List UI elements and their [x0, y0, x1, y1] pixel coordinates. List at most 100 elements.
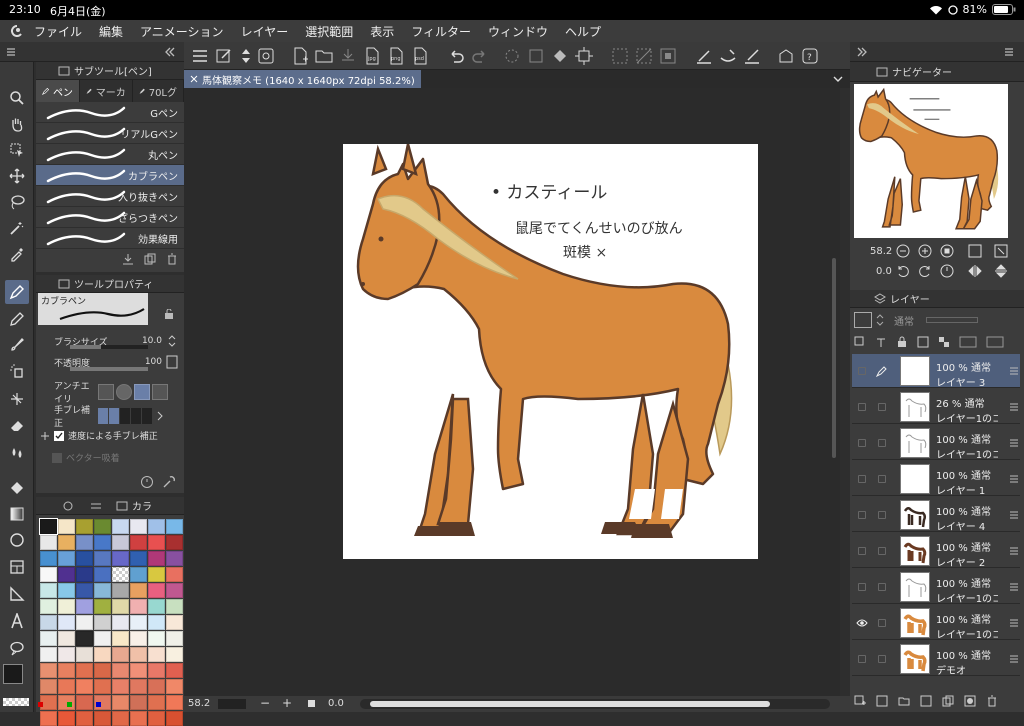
- actual-size-icon[interactable]: [940, 244, 954, 258]
- color-slider-icon[interactable]: [90, 501, 102, 511]
- color-swatch[interactable]: [94, 599, 111, 614]
- horizontal-scrollbar[interactable]: [360, 699, 830, 709]
- text-tool[interactable]: [5, 609, 29, 633]
- visibility-toggle[interactable]: [858, 547, 866, 555]
- download-icon[interactable]: [122, 253, 134, 265]
- undo-icon[interactable]: [446, 46, 466, 66]
- panel-menu-icon-right[interactable]: [1004, 47, 1014, 57]
- lock-toggle[interactable]: [878, 439, 886, 447]
- edit-document-icon[interactable]: [214, 46, 234, 66]
- opacity-slider[interactable]: [70, 367, 148, 371]
- menu-window[interactable]: ウィンドウ: [488, 23, 548, 40]
- color-swatch[interactable]: [166, 631, 183, 646]
- color-swatch[interactable]: [94, 679, 111, 694]
- color-swatch[interactable]: [112, 631, 129, 646]
- clip-layer-icon[interactable]: [854, 336, 866, 348]
- clip-studio-logo-icon[interactable]: [0, 24, 34, 38]
- color-swatch[interactable]: [148, 679, 165, 694]
- navigator-zoom[interactable]: 58.2: [870, 246, 892, 257]
- airbrush-tool[interactable]: [5, 359, 29, 383]
- color-swatch[interactable]: [94, 519, 111, 534]
- deselect-icon[interactable]: [634, 46, 654, 66]
- blend-spin-icon[interactable]: [876, 313, 884, 327]
- menu-layer[interactable]: レイヤー: [241, 23, 289, 40]
- color-swatch[interactable]: [130, 647, 147, 662]
- drag-handle-icon[interactable]: [1010, 511, 1018, 519]
- layer-opacity-slider[interactable]: [926, 317, 978, 323]
- color-swatch[interactable]: [166, 647, 183, 662]
- new-raster-layer-icon[interactable]: [854, 695, 866, 707]
- brush-item[interactable]: 丸ペン: [36, 144, 184, 165]
- clear-selection-icon[interactable]: [502, 46, 522, 66]
- color-swatch[interactable]: [94, 647, 111, 662]
- drawing-canvas[interactable]: • カスティール 鼠尾でてくんせいのび放ん 斑模 ×: [343, 144, 758, 559]
- zoom-out-icon[interactable]: [896, 244, 910, 258]
- color-swatch[interactable]: [94, 583, 111, 598]
- color-swatch[interactable]: [166, 711, 183, 726]
- pen-tool[interactable]: [5, 280, 29, 304]
- figure-tool[interactable]: [5, 528, 29, 552]
- zoom-slider[interactable]: [218, 699, 246, 709]
- color-swatch[interactable]: [112, 711, 129, 726]
- layer-mask-icon[interactable]: [964, 695, 976, 707]
- mask-display-icon[interactable]: [959, 336, 977, 348]
- color-swatch[interactable]: [166, 695, 183, 710]
- color-swatch[interactable]: [166, 519, 183, 534]
- new-file-icon[interactable]: [290, 46, 310, 66]
- color-swatch[interactable]: [166, 567, 183, 582]
- transparent-color-swatch[interactable]: [3, 698, 29, 706]
- color-swatch[interactable]: [94, 615, 111, 630]
- redo-icon[interactable]: [470, 46, 490, 66]
- color-swatch[interactable]: [76, 615, 93, 630]
- visibility-toggle[interactable]: [858, 655, 866, 663]
- chevron-right-icon[interactable]: [156, 409, 164, 423]
- color-swatch[interactable]: [130, 679, 147, 694]
- layer-row[interactable]: 100 % 通常 レイヤー 3: [852, 354, 1020, 389]
- color-swatch[interactable]: [130, 567, 147, 582]
- color-swatch[interactable]: [58, 535, 75, 550]
- eyedropper-tool[interactable]: [5, 242, 29, 266]
- color-swatch[interactable]: [76, 647, 93, 662]
- drag-handle-icon[interactable]: [1010, 583, 1018, 591]
- layer-row[interactable]: 100 % 通常 レイヤー 4: [852, 498, 1020, 533]
- color-swatch[interactable]: [148, 535, 165, 550]
- color-set-icon[interactable]: [116, 501, 128, 511]
- export-jpg-icon[interactable]: jpg: [362, 46, 382, 66]
- layer-row[interactable]: 100 % 通常レイヤー1のコピー: [852, 606, 1020, 641]
- close-tab-icon[interactable]: [190, 75, 198, 83]
- pencil-tool[interactable]: [5, 307, 29, 331]
- mask-range-icon[interactable]: [986, 336, 1004, 348]
- color-swatch[interactable]: [40, 711, 57, 726]
- layer-row[interactable]: 100 % 通常 レイヤー 1: [852, 462, 1020, 497]
- color-swatch[interactable]: [40, 567, 57, 582]
- lasso-tool[interactable]: [5, 190, 29, 214]
- color-swatch[interactable]: [166, 663, 183, 678]
- color-swatch[interactable]: [130, 663, 147, 678]
- drag-handle-icon[interactable]: [1010, 367, 1018, 375]
- color-swatch[interactable]: [76, 519, 93, 534]
- color-swatch[interactable]: [94, 551, 111, 566]
- color-swatch[interactable]: [130, 519, 147, 534]
- ruler-tool[interactable]: [5, 582, 29, 606]
- rotate-right-icon[interactable]: [918, 264, 932, 278]
- layer-row[interactable]: 26 % 通常レイヤー1のコピー: [852, 390, 1020, 425]
- opacity-settings-icon[interactable]: [166, 355, 178, 369]
- color-swatch[interactable]: [148, 663, 165, 678]
- copy-layer-icon[interactable]: [942, 695, 954, 707]
- document-tab[interactable]: 馬体観察メモ (1640 x 1640px 72dpi 58.2%): [184, 70, 421, 88]
- visibility-toggle[interactable]: [858, 583, 866, 591]
- expand-right-icon[interactable]: [856, 47, 868, 57]
- lock-icon[interactable]: [164, 309, 174, 319]
- color-swatch[interactable]: [148, 711, 165, 726]
- collapse-left-icon[interactable]: [164, 47, 176, 57]
- zoom-value[interactable]: 58.2: [188, 698, 218, 709]
- color-swatch[interactable]: [94, 711, 111, 726]
- antialias-none[interactable]: [98, 384, 114, 400]
- magic-wand-tool[interactable]: [5, 216, 29, 240]
- menu-file[interactable]: ファイル: [34, 23, 82, 40]
- select-all-icon[interactable]: [610, 46, 630, 66]
- opacity-value[interactable]: 100: [136, 357, 162, 367]
- flip-horizontal-icon[interactable]: [968, 264, 982, 278]
- canvas-area[interactable]: • カスティール 鼠尾でてくんせいのび放ん 斑模 ×: [184, 88, 840, 696]
- trash-icon[interactable]: [166, 253, 178, 265]
